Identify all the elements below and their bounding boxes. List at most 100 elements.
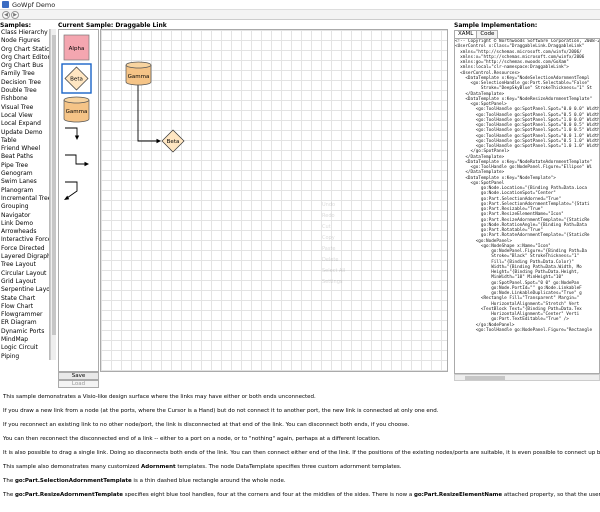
sidebar-item[interactable]: Visual Tree: [0, 104, 49, 112]
code-line: go:Part.RotateAdornmentTemplate="{Static…: [455, 233, 590, 239]
sidebar-item[interactable]: Dynamic Ports: [0, 328, 49, 336]
tab-code[interactable]: Code: [476, 30, 499, 38]
description-paragraph: The go:Part.SelectionAdornmentTemplate i…: [3, 478, 600, 485]
description-term: go:Part.SelectionAdornmentTemplate: [14, 478, 132, 484]
scrollbar-thumb[interactable]: [465, 376, 505, 380]
sidebar-item[interactable]: Org Chart Static: [0, 46, 49, 54]
description-text: specifies eight blue tool handles, four …: [122, 492, 414, 498]
sidebar-item[interactable]: Fishbone: [0, 95, 49, 103]
sidebar-item[interactable]: Circular Layout: [0, 270, 49, 278]
sidebar-item[interactable]: Double Tree: [0, 87, 49, 95]
sidebar-item[interactable]: Interactive Force: [0, 236, 49, 244]
sidebar-item[interactable]: Link Demo: [0, 220, 49, 228]
palette-link-straight[interactable]: [65, 127, 80, 140]
sidebar-item[interactable]: MindMap: [0, 336, 49, 344]
description-text: It is also possible to drag a single lin…: [3, 450, 600, 456]
save-button[interactable]: Save: [58, 372, 99, 380]
sidebar-item[interactable]: Grouping: [0, 203, 49, 211]
description-text: You can then reconnect the disconnected …: [3, 436, 381, 442]
palette-node-alpha-label: Alpha: [69, 46, 85, 52]
palette-link-orthogonal[interactable]: [65, 154, 89, 167]
description-text: is a thin dashed blue rectangle around t…: [131, 478, 286, 484]
diagram-node-beta[interactable]: Beta: [161, 129, 185, 153]
sidebar-item[interactable]: Grid Layout: [0, 278, 49, 286]
description-term: Adornment: [141, 464, 176, 470]
description-paragraph: This sample also demonstrates many custo…: [3, 464, 600, 471]
tab-xaml[interactable]: XAML: [454, 30, 478, 38]
sidebar-item[interactable]: Layered Digraph: [0, 253, 49, 261]
description-text: templates. The node DataTemplate specifi…: [175, 464, 402, 470]
diagram-canvas[interactable]: Gamma Beta: [100, 29, 448, 372]
implementation-heading: Sample Implementation:: [454, 22, 538, 29]
code-line: <UserControl x:Class="DraggableLink.Drag…: [455, 44, 585, 50]
sidebar-item[interactable]: Node Figures: [0, 37, 49, 45]
palette[interactable]: Alpha Beta Gamma: [58, 29, 99, 372]
sidebar-item[interactable]: Planogram: [0, 187, 49, 195]
code-line: <Rectangle Fill="Transparent" Margin=": [455, 296, 580, 302]
palette-link-curved[interactable]: [64, 181, 78, 200]
sidebar-item[interactable]: Family Tree: [0, 70, 49, 78]
sidebar-item[interactable]: Navigator: [0, 212, 49, 220]
sidebar-item[interactable]: State Chart: [0, 295, 49, 303]
description-text: The: [3, 492, 15, 498]
window-title: GoWpf Demo: [12, 1, 56, 9]
palette-node-beta[interactable]: Beta: [61, 63, 92, 94]
code-line: <go:ToolHandle go:SpotPanel.Spot="0.5 0.…: [455, 112, 600, 118]
sidebar-item[interactable]: Org Chart Bus: [0, 62, 49, 70]
sidebar-item[interactable]: Class Hierarchy: [0, 29, 49, 37]
sidebar-item[interactable]: Swim Lanes: [0, 178, 49, 186]
sidebar-item[interactable]: Force Directed: [0, 245, 49, 253]
sidebar-item[interactable]: Piping: [0, 353, 49, 360]
diagram-svg: Gamma Beta: [125, 61, 185, 153]
palette-node-gamma-label: Gamma: [66, 109, 88, 115]
description-paragraph: If you reconnect an existing link to no …: [3, 422, 600, 429]
samples-heading: Samples:: [0, 22, 32, 29]
sidebar-item[interactable]: Logic Circuit: [0, 344, 49, 352]
code-hscrollbar[interactable]: [454, 374, 600, 381]
sidebar-item[interactable]: Flow Chart: [0, 303, 49, 311]
palette-node-alpha[interactable]: Alpha: [63, 34, 90, 61]
scrollbar-thumb[interactable]: [52, 35, 56, 335]
sidebar-item[interactable]: Beat Paths: [0, 153, 49, 161]
sidebar-item[interactable]: Genogram: [0, 170, 49, 178]
sidebar-item[interactable]: Table: [0, 137, 49, 145]
sample-description: This sample demonstrates a Visio-like de…: [3, 394, 600, 506]
load-button[interactable]: Load: [58, 380, 99, 388]
back-arrow-icon[interactable]: ◀: [2, 11, 10, 19]
code-line: <go:ToolHandle go:SpotPanel.Spot="0.0 0.…: [455, 107, 600, 113]
description-text: This sample also demonstrates many custo…: [3, 464, 142, 470]
description-text: If you reconnect an existing link to no …: [3, 422, 410, 428]
code-viewer[interactable]: <!-- Copyright © Northwoods Software Cor…: [454, 38, 600, 374]
description-paragraph: It is also possible to drag a single lin…: [3, 450, 600, 457]
diagram-link[interactable]: [137, 83, 161, 144]
code-line: <go:ToolHandle go:SpotPanel.Spot="0.0 1.…: [455, 133, 600, 139]
sidebar-item[interactable]: Pipe Tree: [0, 162, 49, 170]
diagram-node-beta-label: Beta: [167, 139, 180, 145]
current-sample-heading: Current Sample: Draggable Link: [58, 22, 167, 29]
sidebar-item[interactable]: Decision Tree: [0, 79, 49, 87]
sidebar-item[interactable]: ER Diagram: [0, 319, 49, 327]
samples-scrollbar[interactable]: [50, 29, 56, 360]
code-line: Stroke="DeepSkyBlue" StrokeThickness="1"…: [455, 86, 593, 92]
samples-list[interactable]: Class Hierarchy Node Figures Org Chart Sta…: [0, 29, 50, 360]
sidebar-item[interactable]: Local Expand: [0, 120, 49, 128]
code-line: <go:ToolHandle go:SpotPanel.Spot="1.0 0.…: [455, 128, 600, 134]
description-term: go:Part.ResizeElementName: [413, 492, 503, 498]
sidebar-item[interactable]: Serpentine Layout: [0, 286, 49, 294]
description-text: The: [3, 478, 15, 484]
sidebar-item[interactable]: Org Chart Editor: [0, 54, 49, 62]
code-line: HorizontalAlignment="Stretch" Vert: [455, 301, 580, 307]
diagram-node-gamma[interactable]: Gamma: [125, 61, 152, 86]
sidebar-item[interactable]: Tree Layout: [0, 261, 49, 269]
sidebar-item[interactable]: Arrowheads: [0, 228, 49, 236]
palette-node-gamma[interactable]: Gamma: [63, 96, 90, 123]
sidebar-item[interactable]: Incremental Tree: [0, 195, 49, 203]
sidebar-item[interactable]: Local View: [0, 112, 49, 120]
description-text: This sample demonstrates a Visio-like de…: [3, 394, 316, 400]
sidebar-item[interactable]: Friend Wheel: [0, 145, 49, 153]
code-line: go:SpotPanel.Spot="0 0" go:NodePan: [455, 280, 580, 286]
sidebar-item[interactable]: Update Demo: [0, 129, 49, 137]
description-paragraph: If you draw a new link from a node (at t…: [3, 408, 600, 415]
forward-arrow-icon[interactable]: ▶: [11, 11, 19, 19]
sidebar-item[interactable]: Flowgrammer: [0, 311, 49, 319]
